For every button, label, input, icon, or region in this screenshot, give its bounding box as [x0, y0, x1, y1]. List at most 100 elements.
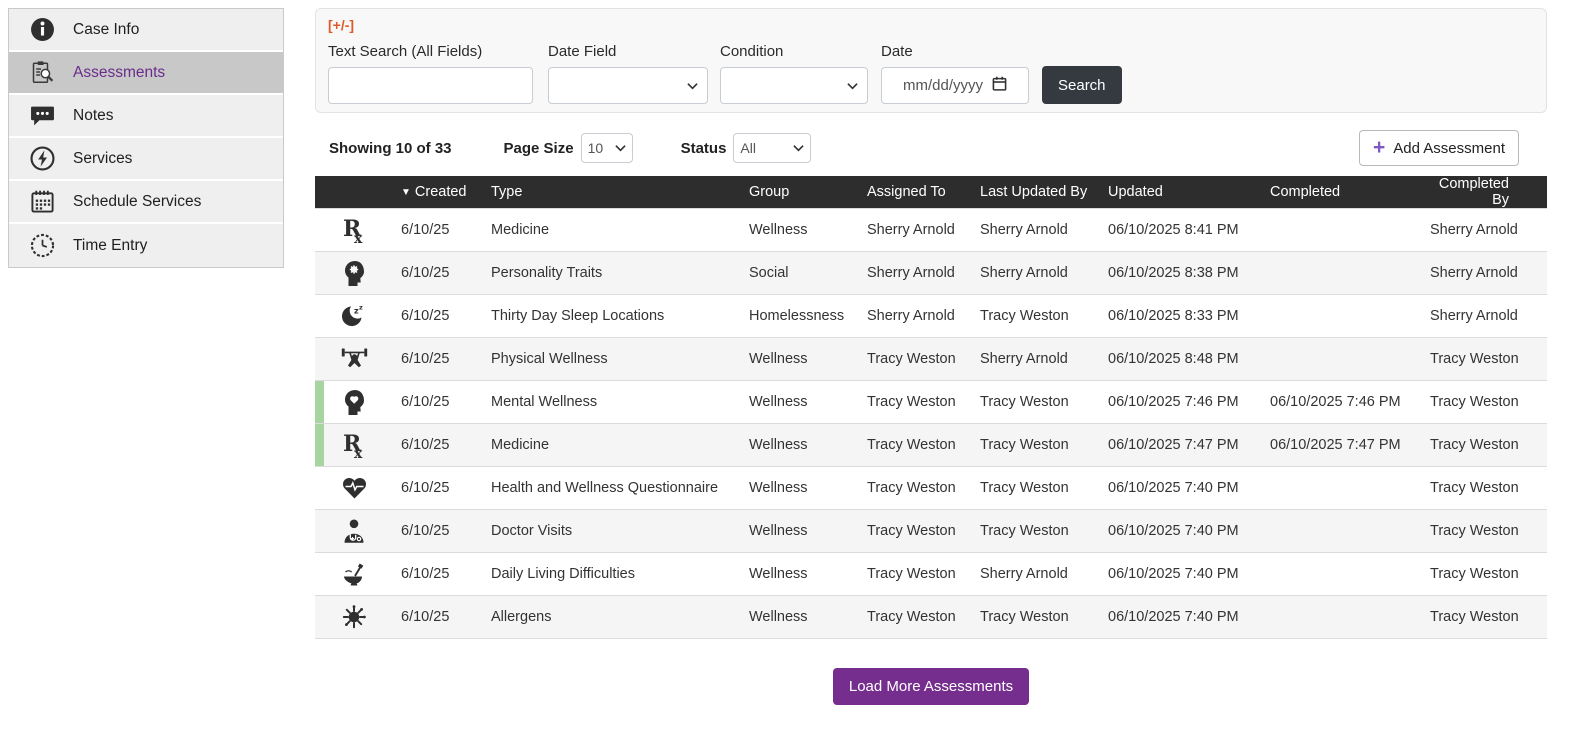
- cell-type: Doctor Visits: [483, 509, 741, 553]
- sidebar-item-services[interactable]: Services: [9, 138, 283, 181]
- cell-created: 6/10/25: [393, 552, 483, 596]
- load-more-button[interactable]: Load More Assessments: [832, 668, 1030, 705]
- cell-updated: 06/10/2025 7:46 PM: [1100, 380, 1262, 424]
- cell-updated: 06/10/2025 7:40 PM: [1100, 509, 1262, 553]
- health-wellness-icon: [315, 466, 393, 510]
- table-row[interactable]: 6/10/25 Daily Living Difficulties Wellness…: [315, 552, 1547, 596]
- cell-assigned-to: Tracy Weston: [859, 552, 972, 596]
- notes-icon: [29, 102, 56, 129]
- schedule-icon: [29, 188, 56, 215]
- cell-type: Daily Living Difficulties: [483, 552, 741, 596]
- table-row[interactable]: 6/10/25 Mental Wellness Wellness Tracy West…: [315, 380, 1547, 424]
- date-field-field: Date Field: [548, 43, 708, 104]
- cell-completed-by: Tracy Weston: [1422, 466, 1547, 510]
- status-label: Status: [680, 139, 727, 157]
- filter-collapse-toggle[interactable]: [+/-]: [328, 17, 1534, 33]
- column-header-last-updated-by[interactable]: Last Updated By: [972, 176, 1100, 209]
- cell-type: Physical Wellness: [483, 337, 741, 381]
- cell-completed-by: Tracy Weston: [1422, 380, 1547, 424]
- cell-assigned-to: Sherry Arnold: [859, 251, 972, 295]
- text-search-input[interactable]: [328, 67, 533, 104]
- condition-select[interactable]: [720, 67, 868, 104]
- sidebar-item-schedule-services[interactable]: Schedule Services: [9, 181, 283, 224]
- cell-last-updated-by: Sherry Arnold: [972, 552, 1100, 596]
- cell-last-updated-by: Tracy Weston: [972, 595, 1100, 639]
- column-header-assigned-to[interactable]: Assigned To: [859, 176, 972, 209]
- cell-last-updated-by: Tracy Weston: [972, 466, 1100, 510]
- date-field-select[interactable]: [548, 67, 708, 104]
- table-row[interactable]: 6/10/25 Physical Wellness Wellness Tracy We…: [315, 337, 1547, 381]
- allergens-icon: [315, 595, 393, 639]
- cell-updated: 06/10/2025 8:48 PM: [1100, 337, 1262, 381]
- footer: Load More Assessments: [315, 668, 1547, 705]
- page-size-select[interactable]: 10: [580, 133, 633, 163]
- cell-completed-by: Sherry Arnold: [1422, 251, 1547, 295]
- table-row[interactable]: Rx 6/10/25 Medicine Wellness Tracy Weston Tra…: [315, 423, 1547, 467]
- cell-completed-by: Tracy Weston: [1422, 509, 1547, 553]
- table-row[interactable]: 6/10/25 Health and Wellness Questionnaire…: [315, 466, 1547, 510]
- column-header-type[interactable]: Type: [483, 176, 741, 209]
- cell-last-updated-by: Tracy Weston: [972, 509, 1100, 553]
- date-input[interactable]: mm/dd/yyyy: [881, 67, 1029, 104]
- cell-assigned-to: Tracy Weston: [859, 595, 972, 639]
- cell-group: Wellness: [741, 466, 859, 510]
- cell-last-updated-by: Sherry Arnold: [972, 208, 1100, 252]
- cell-completed-by: Tracy Weston: [1422, 423, 1547, 467]
- cell-updated: 06/10/2025 7:40 PM: [1100, 466, 1262, 510]
- cell-created: 6/10/25: [393, 337, 483, 381]
- cell-type: Mental Wellness: [483, 380, 741, 424]
- cell-completed: [1262, 509, 1422, 553]
- sidebar-item-label: Time Entry: [73, 236, 148, 254]
- cell-completed: [1262, 466, 1422, 510]
- cell-created: 6/10/25: [393, 423, 483, 467]
- main-content: [+/-] Text Search (All Fields) Date Fiel…: [315, 8, 1547, 705]
- column-header-completed[interactable]: Completed: [1262, 176, 1422, 209]
- cell-group: Wellness: [741, 552, 859, 596]
- cell-created: 6/10/25: [393, 294, 483, 338]
- rx-icon: Rx: [315, 423, 393, 467]
- page-size-value: 10: [587, 140, 604, 156]
- cell-assigned-to: Tracy Weston: [859, 423, 972, 467]
- table-row[interactable]: 6/10/25 Doctor Visits Wellness Tracy Weston…: [315, 509, 1547, 553]
- cell-group: Social: [741, 251, 859, 295]
- cell-completed-by: Tracy Weston: [1422, 595, 1547, 639]
- cell-last-updated-by: Sherry Arnold: [972, 251, 1100, 295]
- filter-row: Text Search (All Fields) Date Field Cond…: [328, 43, 1534, 104]
- toolbar: Showing 10 of 33 Page Size 10 Status All…: [315, 129, 1547, 167]
- column-header-group[interactable]: Group: [741, 176, 859, 209]
- table-row[interactable]: 6/10/25 Allergens Wellness Tracy Weston Trac…: [315, 595, 1547, 639]
- sidebar-item-time-entry[interactable]: Time Entry: [9, 224, 283, 267]
- column-header-updated[interactable]: Updated: [1100, 176, 1262, 209]
- search-button[interactable]: Search: [1042, 66, 1122, 104]
- cell-created: 6/10/25: [393, 466, 483, 510]
- sidebar-item-label: Services: [73, 149, 133, 167]
- table-header-row: ▼ Created Type Group Assigned To Last Updated…: [315, 176, 1547, 209]
- sidebar-item-case-info[interactable]: Case Info: [9, 9, 283, 52]
- cell-completed: [1262, 208, 1422, 252]
- chevron-down-icon: [614, 144, 626, 152]
- calendar-icon: [992, 76, 1007, 95]
- table-row[interactable]: z z 6/10/25 Thirty Day Sleep Locations Homel…: [315, 294, 1547, 338]
- cell-type: Personality Traits: [483, 251, 741, 295]
- cell-updated: 06/10/2025 8:41 PM: [1100, 208, 1262, 252]
- physical-wellness-icon: [315, 337, 393, 381]
- sleep-icon: zz: [315, 294, 393, 338]
- personality-traits-icon: [315, 251, 393, 295]
- cell-group: Wellness: [741, 509, 859, 553]
- cell-completed-by: Tracy Weston: [1422, 552, 1547, 596]
- svg-text:z: z: [359, 303, 363, 311]
- add-assessment-button[interactable]: + Add Assessment: [1359, 130, 1519, 166]
- sidebar-item-assessments[interactable]: Assessments: [9, 52, 283, 95]
- cell-type: Allergens: [483, 595, 741, 639]
- table-row[interactable]: 6/10/25 Personality Traits Social Sherry Ar…: [315, 251, 1547, 295]
- info-icon: [29, 16, 56, 43]
- sidebar-item-notes[interactable]: Notes: [9, 95, 283, 138]
- cell-assigned-to: Tracy Weston: [859, 466, 972, 510]
- text-search-label: Text Search (All Fields): [328, 43, 483, 60]
- column-header-completed-by[interactable]: Completed By: [1422, 176, 1547, 209]
- column-header-created[interactable]: ▼ Created: [393, 176, 483, 209]
- chevron-down-icon: [793, 144, 805, 152]
- table-row[interactable]: Rx 6/10/25 Medicine Wellness Sherry Arnold Sh…: [315, 208, 1547, 252]
- daily-living-icon: [315, 552, 393, 596]
- status-select[interactable]: All: [733, 133, 812, 163]
